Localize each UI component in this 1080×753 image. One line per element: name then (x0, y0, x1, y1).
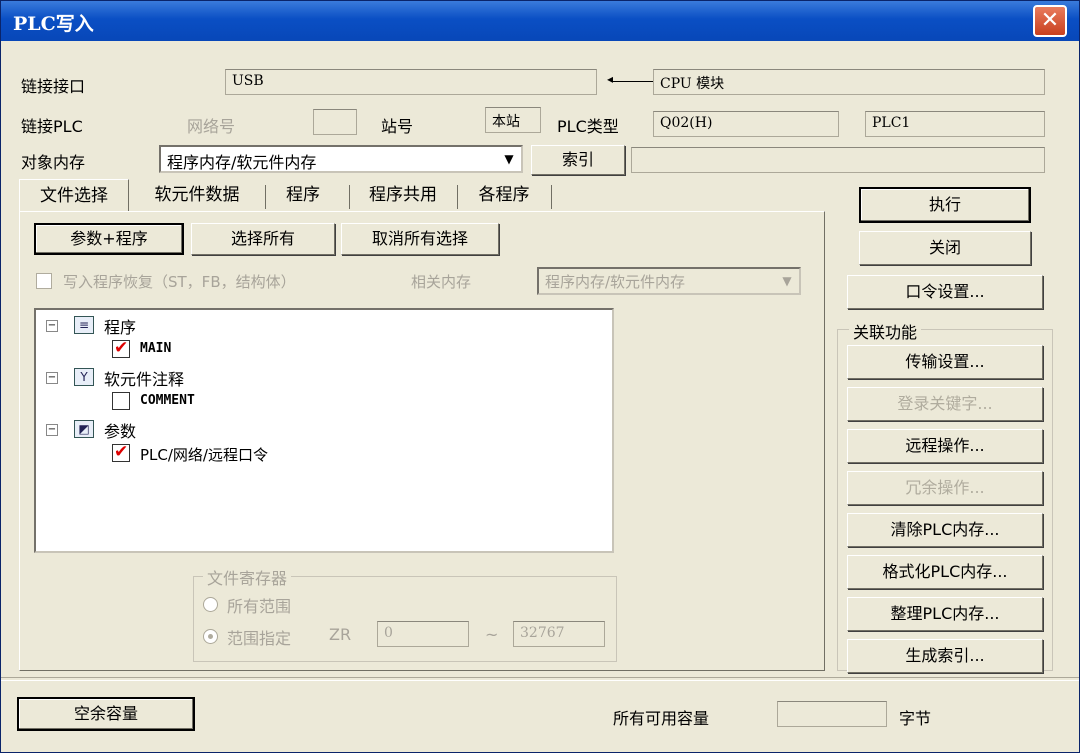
plc-type-label: PLC类型 (557, 117, 619, 136)
target-memory-label: 对象内存 (21, 153, 86, 172)
clear-plc-memory-button[interactable]: 清除PLC内存... (847, 513, 1043, 547)
deselect-all-button[interactable]: 取消所有选择 (341, 223, 499, 255)
tab-file-select[interactable]: 文件选择 (19, 179, 129, 212)
free-space-button[interactable]: 空余容量 (17, 697, 195, 731)
footer-divider (1, 677, 1079, 681)
bytes-unit-label: 字节 (899, 709, 932, 728)
total-capacity-field (777, 701, 887, 727)
collapse-icon[interactable]: − (46, 424, 58, 436)
network-field (313, 109, 357, 135)
tree-node-program[interactable]: 程序 (104, 314, 136, 338)
close-icon[interactable]: ✕ (1033, 5, 1067, 37)
interface-field: USB (225, 69, 597, 95)
collapse-icon[interactable]: − (46, 320, 58, 332)
plc-network-checkbox[interactable] (112, 442, 130, 462)
tab-program-common[interactable]: 程序共用 (351, 179, 455, 211)
transfer-setup-button[interactable]: 传输设置... (847, 345, 1043, 379)
tree-node-comment[interactable]: COMMENT (140, 393, 195, 408)
tab-device-data[interactable]: 软元件数据 (131, 179, 263, 211)
tab-divider (457, 185, 458, 209)
interface-label: 链接接口 (21, 77, 86, 96)
tree-node-parameter[interactable]: 参数 (104, 418, 136, 442)
station-label: 站号 (381, 117, 414, 136)
file-register-title: 文件寄存器 (203, 565, 292, 589)
related-memory-value: 程序内存/软元件内存 (545, 273, 686, 291)
file-tree[interactable]: − ≡ 程序 MAIN − Y 软元件注释 COMMENT − ◩ 参数 PLC… (34, 308, 614, 553)
total-capacity-label: 所有可用容量 (613, 709, 710, 728)
tab-each-program[interactable]: 各程序 (459, 179, 549, 211)
plc-name-field: PLC1 (865, 111, 1045, 137)
close-button[interactable]: 关闭 (859, 231, 1031, 265)
target-field: CPU 模块 (653, 69, 1045, 95)
collapse-icon[interactable]: − (46, 372, 58, 384)
register-keyword-button[interactable]: 登录关键字... (847, 387, 1043, 421)
chevron-down-icon[interactable]: ▼ (500, 150, 518, 168)
tab-program[interactable]: 程序 (267, 179, 339, 211)
range-to-field[interactable]: 32767 (513, 621, 605, 647)
tree-node-device-comment[interactable]: 软元件注释 (104, 366, 184, 390)
target-memory-value: 程序内存/软元件内存 (167, 153, 317, 172)
password-setup-button[interactable]: 口令设置... (847, 275, 1043, 309)
arrange-plc-memory-button[interactable]: 整理PLC内存... (847, 597, 1043, 631)
range-specify-radio[interactable] (203, 629, 218, 644)
tab-divider (265, 185, 266, 209)
program-restore-label: 写入程序恢复（ST，FB，结构体） (63, 273, 296, 291)
index-button[interactable]: 索引 (531, 145, 625, 175)
select-all-button[interactable]: 选择所有 (191, 223, 335, 255)
plc-write-dialog: PLC写入 ✕ 链接接口 USB CPU 模块 链接PLC 网络号 站号 本站 … (0, 0, 1080, 753)
param-program-button[interactable]: 参数+程序 (34, 223, 184, 255)
window-title: PLC写入 (13, 13, 94, 35)
target-memory-select[interactable]: 程序内存/软元件内存 ▼ (159, 145, 523, 173)
range-specify-label: 范围指定 (227, 629, 292, 648)
comment-checkbox[interactable] (112, 392, 130, 410)
program-icon: ≡ (74, 316, 94, 334)
title-bar[interactable]: PLC写入 ✕ (1, 1, 1079, 41)
tree-node-plc-network-password[interactable]: PLC/网络/远程口令 (140, 444, 268, 465)
range-tilde: ~ (485, 625, 499, 644)
zr-label: ZR (329, 625, 352, 644)
tree-node-main[interactable]: MAIN (140, 341, 171, 356)
plc-label: 链接PLC (21, 117, 83, 136)
related-memory-label: 相关内存 (411, 273, 472, 291)
related-memory-select[interactable]: 程序内存/软元件内存 ▼ (537, 267, 801, 295)
main-checkbox[interactable] (112, 338, 130, 358)
index-field (631, 147, 1045, 173)
network-label: 网络号 (187, 117, 236, 136)
bidirectional-arrow-icon (607, 72, 659, 86)
all-range-label: 所有范围 (227, 597, 292, 616)
remote-operation-button[interactable]: 远程操作... (847, 429, 1043, 463)
station-field: 本站 (485, 107, 541, 133)
related-functions-title: 关联功能 (849, 319, 922, 343)
create-index-button[interactable]: 生成索引... (847, 639, 1043, 673)
program-restore-checkbox[interactable] (36, 273, 52, 289)
all-range-radio[interactable] (203, 597, 218, 612)
format-plc-memory-button[interactable]: 格式化PLC内存... (847, 555, 1043, 589)
chevron-down-icon[interactable]: ▼ (778, 272, 796, 290)
execute-button[interactable]: 执行 (859, 187, 1031, 223)
range-from-field[interactable]: 0 (377, 621, 469, 647)
tab-divider (551, 185, 552, 209)
parameter-icon: ◩ (74, 420, 94, 438)
tab-divider (349, 185, 350, 209)
comment-icon: Y (74, 368, 94, 386)
redundant-operation-button[interactable]: 冗余操作... (847, 471, 1043, 505)
plc-type-field: Q02(H) (653, 111, 839, 137)
